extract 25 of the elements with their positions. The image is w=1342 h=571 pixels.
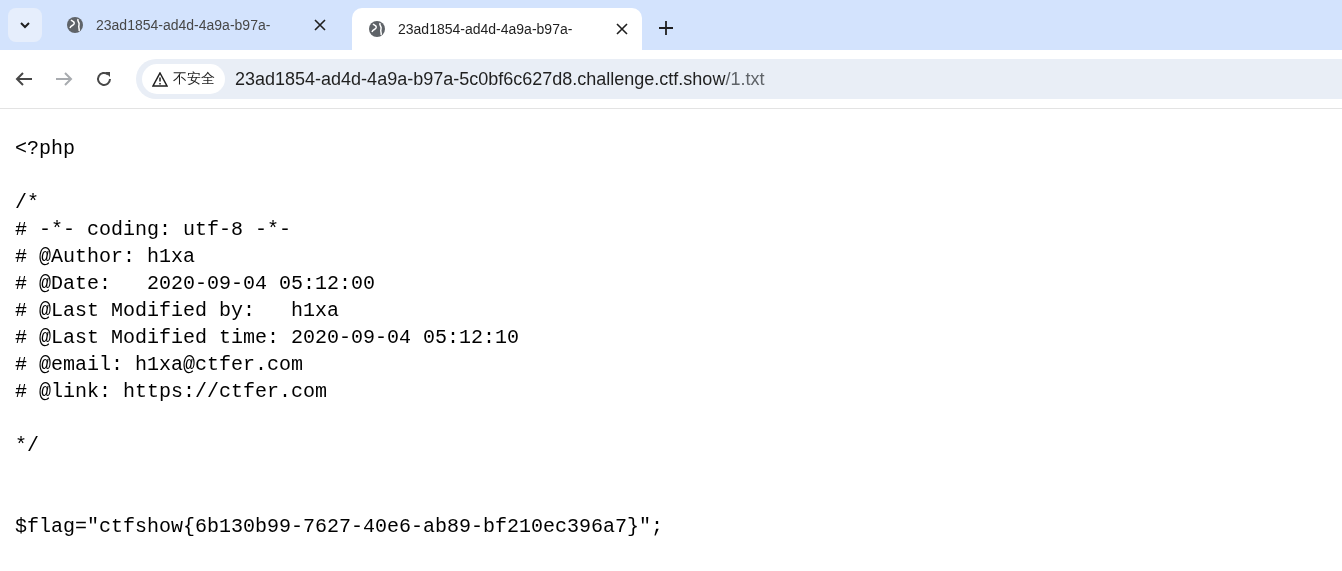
code-line: # @Date: 2020-09-04 05:12:00 (15, 271, 377, 297)
code-line: # @email: h1xa@ctfer.com (15, 352, 305, 378)
caret-icon (19, 21, 31, 29)
globe-icon (368, 20, 386, 38)
globe-icon (66, 16, 84, 34)
code-line: # @link: https://ctfer.com (15, 379, 329, 405)
code-line: # -*- coding: utf-8 -*- (15, 217, 293, 243)
code-line: */ (15, 433, 40, 459)
code-line: $flag="ctfshow{6b130b99-7627-40e6-ab89-bf210ec396a7}"; (15, 514, 665, 540)
code-line: <?php (15, 136, 76, 162)
url-host: 23ad1854-ad4d-4a9a-b97a-5c0bf6c627d8.challenge.ctf.show (235, 68, 726, 90)
warning-icon (152, 71, 168, 87)
code-line: # @Author: h1xa (15, 244, 197, 270)
browser-tab[interactable]: 23ad1854-ad4d-4a9a-b97a- (352, 8, 642, 50)
security-label: 不安全 (173, 70, 215, 88)
tab-search-button[interactable] (8, 8, 42, 42)
address-bar[interactable]: 不安全 23ad1854-ad4d-4a9a-b97a-5c0bf6c627d8.challenge.ctf.show/1.txt (136, 59, 1342, 99)
code-line: # @Last Modified by: h1xa (15, 298, 341, 324)
code-line: /* (15, 190, 40, 216)
reload-button[interactable] (94, 69, 114, 89)
code-line: # @Last Modified time: 2020-09-04 05:12:10 (15, 325, 521, 351)
new-tab-button[interactable] (656, 18, 676, 38)
security-chip[interactable]: 不安全 (142, 64, 225, 94)
url-path: /1.txt (725, 68, 765, 90)
browser-tab[interactable]: 23ad1854-ad4d-4a9a-b97a- (50, 8, 340, 50)
